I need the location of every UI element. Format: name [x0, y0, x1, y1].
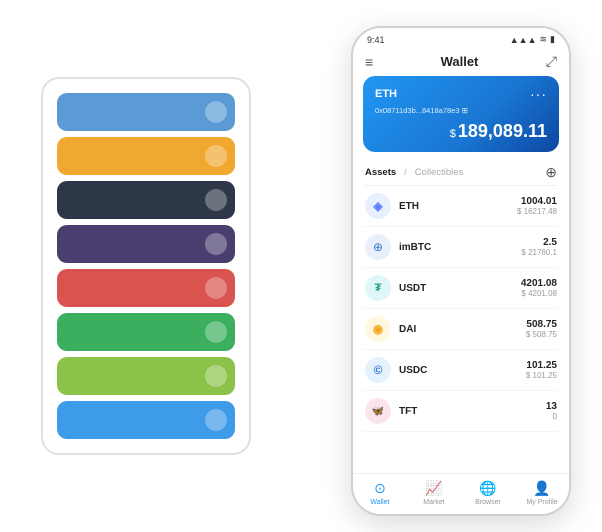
- asset-name-dai: DAI: [399, 324, 526, 335]
- imbtc-values: 2.5 $ 21760.1: [521, 237, 557, 257]
- eth-card[interactable]: ETH ··· 0x08711d3b...8418a78e3 ⊞ $189,08…: [363, 76, 559, 152]
- eth-balance: $189,089.11: [375, 121, 547, 142]
- signal-icon: ▲▲▲: [510, 35, 537, 45]
- wifi-icon: ≋: [540, 34, 548, 45]
- imbtc-usd: $ 21760.1: [521, 248, 557, 257]
- browser-nav-label: Browser: [475, 499, 501, 506]
- stack-card-6: [57, 313, 235, 351]
- tft-usd: 0: [546, 412, 557, 421]
- dai-usd: $ 508.75: [526, 330, 557, 339]
- status-time: 9:41: [367, 35, 385, 45]
- tft-values: 13 0: [546, 401, 557, 421]
- eth-usd: $ 16217.48: [517, 207, 557, 216]
- asset-row-tft[interactable]: 🦋 TFT 13 0: [363, 391, 559, 432]
- stack-card-5: [57, 269, 235, 307]
- dai-values: 508.75 $ 508.75: [526, 319, 557, 339]
- asset-row-dai[interactable]: ◉ DAI 508.75 $ 508.75: [363, 309, 559, 350]
- page-title: Wallet: [441, 54, 479, 69]
- eth-balance-value: 189,089.11: [458, 121, 547, 141]
- phone-header: ≡ Wallet ⤢: [353, 49, 569, 76]
- phone-frame: 9:41 ▲▲▲ ≋ ▮ ≡ Wallet ⤢ ETH ··· 0x0871: [351, 26, 571, 516]
- usdc-usd: $ 101.25: [526, 371, 557, 380]
- phone-screen: 9:41 ▲▲▲ ≋ ▮ ≡ Wallet ⤢ ETH ··· 0x0871: [353, 28, 569, 514]
- wallet-nav-icon: ⊙: [374, 480, 386, 497]
- tab-collectibles[interactable]: Collectibles: [415, 167, 464, 178]
- asset-name-imbtc: imBTC: [399, 242, 521, 253]
- status-icons: ▲▲▲ ≋ ▮: [510, 34, 555, 45]
- asset-row-usdt[interactable]: ₮ USDT 4201.08 $ 4201.08: [363, 268, 559, 309]
- stack-card-1: [57, 93, 235, 131]
- profile-nav-icon: 👤: [533, 480, 550, 497]
- market-nav-icon: 📈: [425, 480, 442, 497]
- tab-assets[interactable]: Assets: [365, 167, 396, 178]
- stack-card-2: [57, 137, 235, 175]
- eth-icon: ◈: [365, 193, 391, 219]
- card-stack: [41, 77, 251, 455]
- card-dot-5: [205, 277, 227, 299]
- eth-label: ETH: [375, 88, 397, 100]
- stack-card-7: [57, 357, 235, 395]
- nav-wallet[interactable]: ⊙ Wallet: [353, 480, 407, 506]
- usdt-icon: ₮: [365, 275, 391, 301]
- eth-values: 1004.01 $ 16217.48: [517, 196, 557, 216]
- asset-row-usdc[interactable]: © USDC 101.25 $ 101.25: [363, 350, 559, 391]
- asset-name-usdt: USDT: [399, 283, 521, 294]
- card-dot-7: [205, 365, 227, 387]
- stack-card-4: [57, 225, 235, 263]
- add-asset-button[interactable]: ⊕: [545, 164, 557, 181]
- imbtc-amount: 2.5: [521, 237, 557, 248]
- card-dot-1: [205, 101, 227, 123]
- eth-menu-dots[interactable]: ···: [530, 86, 547, 102]
- asset-name-tft: TFT: [399, 406, 546, 417]
- usdt-usd: $ 4201.08: [521, 289, 557, 298]
- stack-card-8: [57, 401, 235, 439]
- bottom-nav: ⊙ Wallet 📈 Market 🌐 Browser 👤 My Profile: [353, 473, 569, 514]
- asset-row-imbtc[interactable]: ⊕ imBTC 2.5 $ 21760.1: [363, 227, 559, 268]
- expand-icon[interactable]: ⤢: [546, 53, 557, 70]
- status-bar: 9:41 ▲▲▲ ≋ ▮: [353, 28, 569, 49]
- battery-icon: ▮: [550, 34, 555, 45]
- stack-card-3: [57, 181, 235, 219]
- assets-header: Assets / Collectibles ⊕: [353, 160, 569, 185]
- asset-row-eth[interactable]: ◈ ETH 1004.01 $ 16217.48: [363, 186, 559, 227]
- usdc-amount: 101.25: [526, 360, 557, 371]
- market-nav-label: Market: [423, 499, 444, 506]
- browser-nav-icon: 🌐: [479, 480, 496, 497]
- nav-profile[interactable]: 👤 My Profile: [515, 480, 569, 506]
- dai-icon: ◉: [365, 316, 391, 342]
- asset-name-eth: ETH: [399, 201, 517, 212]
- assets-tabs: Assets / Collectibles: [365, 167, 463, 178]
- asset-name-usdc: USDC: [399, 365, 526, 376]
- eth-currency-symbol: $: [450, 128, 456, 140]
- imbtc-icon: ⊕: [365, 234, 391, 260]
- profile-nav-label: My Profile: [526, 499, 557, 506]
- menu-icon[interactable]: ≡: [365, 54, 373, 70]
- tft-icon: 🦋: [365, 398, 391, 424]
- asset-list: ◈ ETH 1004.01 $ 16217.48 ⊕ imBTC 2.5 $ 2…: [353, 186, 569, 473]
- usdc-values: 101.25 $ 101.25: [526, 360, 557, 380]
- nav-market[interactable]: 📈 Market: [407, 480, 461, 506]
- dai-amount: 508.75: [526, 319, 557, 330]
- eth-amount: 1004.01: [517, 196, 557, 207]
- nav-browser[interactable]: 🌐 Browser: [461, 480, 515, 506]
- wallet-nav-label: Wallet: [370, 499, 389, 506]
- card-dot-6: [205, 321, 227, 343]
- eth-card-header: ETH ···: [375, 86, 547, 102]
- usdc-icon: ©: [365, 357, 391, 383]
- card-dot-2: [205, 145, 227, 167]
- usdt-values: 4201.08 $ 4201.08: [521, 278, 557, 298]
- card-dot-4: [205, 233, 227, 255]
- eth-address: 0x08711d3b...8418a78e3 ⊞: [375, 106, 547, 115]
- tft-amount: 13: [546, 401, 557, 412]
- card-dot-3: [205, 189, 227, 211]
- tab-separator: /: [404, 167, 407, 178]
- scene: 9:41 ▲▲▲ ≋ ▮ ≡ Wallet ⤢ ETH ··· 0x0871: [21, 16, 581, 516]
- card-dot-8: [205, 409, 227, 431]
- usdt-amount: 4201.08: [521, 278, 557, 289]
